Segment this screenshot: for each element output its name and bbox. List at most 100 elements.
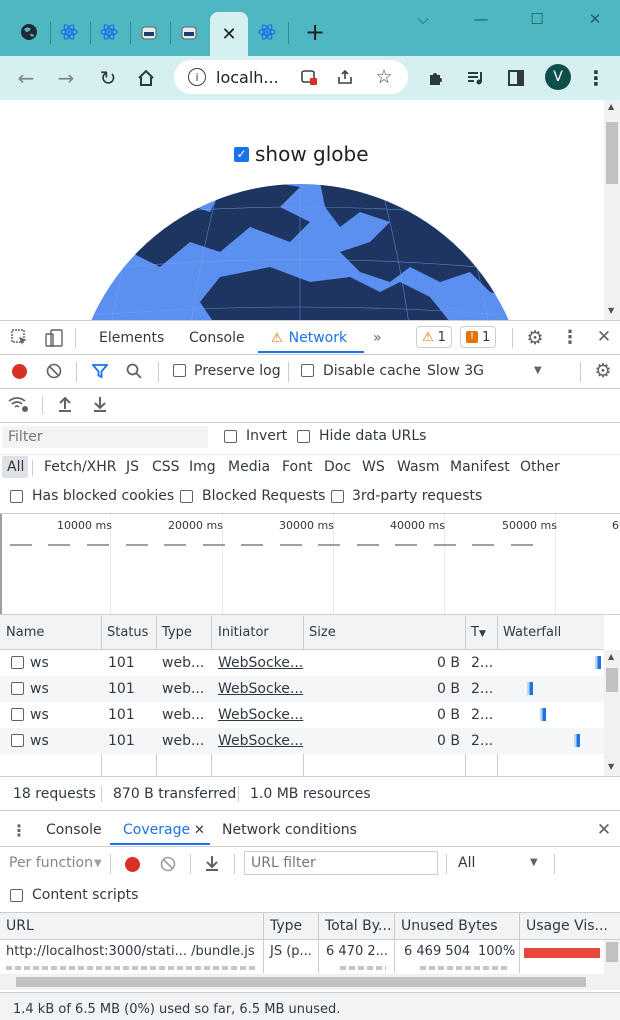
extensions-button[interactable] xyxy=(424,66,448,90)
type-filter-js[interactable]: JS xyxy=(126,459,139,475)
type-filter-img[interactable]: Img xyxy=(189,459,216,475)
device-toolbar-button[interactable] xyxy=(44,328,64,348)
hide-data-urls-label[interactable]: Hide data URLs xyxy=(319,428,426,444)
network-overview-timeline[interactable]: 10000 ms 20000 ms 30000 ms 40000 ms 5000… xyxy=(0,514,620,614)
show-globe-toggle[interactable]: ✓ show globe xyxy=(234,142,369,166)
close-devtools-button[interactable]: ✕ xyxy=(594,326,614,348)
browser-menu-button[interactable]: ⋮ xyxy=(584,66,608,90)
drawer-tab-coverage[interactable]: Coverage xyxy=(123,822,190,838)
coverage-vertical-scrollbar[interactable] xyxy=(604,940,620,990)
coverage-type-select[interactable]: Per function xyxy=(9,855,93,871)
url-text[interactable]: localh... xyxy=(216,68,279,87)
network-conditions-button[interactable] xyxy=(8,394,30,414)
dropdown-triangle-icon[interactable]: ▼ xyxy=(94,858,102,869)
more-tabs-button[interactable]: » xyxy=(373,330,382,346)
minimize-button[interactable]: — xyxy=(468,10,494,30)
type-filter-doc[interactable]: Doc xyxy=(324,459,351,475)
import-har-button[interactable] xyxy=(56,395,74,413)
blocked-popup-icon[interactable] xyxy=(300,68,318,86)
has-blocked-cookies-label[interactable]: Has blocked cookies xyxy=(32,488,174,504)
drawer-menu-button[interactable]: ⋮ xyxy=(11,821,27,840)
tab-robot-1[interactable] xyxy=(130,14,168,50)
third-party-requests-label[interactable]: 3rd-party requests xyxy=(352,488,482,504)
coverage-record-button[interactable] xyxy=(123,855,141,873)
blocked-requests-label[interactable]: Blocked Requests xyxy=(202,488,325,504)
request-initiator[interactable]: WebSocke... xyxy=(218,707,303,723)
address-bar[interactable]: i localh... ☆ xyxy=(174,60,408,94)
invert-checkbox[interactable] xyxy=(224,430,237,443)
type-filter-manifest[interactable]: Manifest xyxy=(450,459,510,475)
page-scrollbar[interactable]: ▲ ▼ xyxy=(604,100,620,320)
devtools-settings-button[interactable]: ⚙ xyxy=(524,327,546,349)
side-panel-button[interactable] xyxy=(504,66,528,90)
scroll-down-arrow-icon[interactable]: ▼ xyxy=(608,762,614,771)
media-control-button[interactable] xyxy=(464,66,488,90)
drawer-tab-network-conditions[interactable]: Network conditions xyxy=(222,822,357,838)
preserve-log-checkbox[interactable] xyxy=(173,364,186,377)
inspect-element-button[interactable] xyxy=(10,328,30,348)
column-header-time[interactable]: T▼ xyxy=(471,625,486,640)
export-har-button[interactable] xyxy=(91,395,109,413)
coverage-clear-button[interactable] xyxy=(158,854,178,874)
tab-robot-2[interactable] xyxy=(170,14,208,50)
close-tab-icon[interactable]: ✕ xyxy=(221,24,236,45)
tab-console[interactable]: Console xyxy=(189,330,245,346)
type-filter-wasm[interactable]: Wasm xyxy=(397,459,439,475)
tab-react-3[interactable] xyxy=(248,14,286,50)
content-scripts-checkbox[interactable] xyxy=(10,889,23,902)
content-scripts-label[interactable]: Content scripts xyxy=(32,887,138,903)
disable-cache-checkbox[interactable] xyxy=(301,364,314,377)
close-drawer-button[interactable]: ✕ xyxy=(594,820,614,840)
dropdown-triangle-icon[interactable]: ▼ xyxy=(530,857,538,868)
coverage-horizontal-scrollbar-thumb[interactable] xyxy=(16,977,586,987)
filter-toggle-button[interactable] xyxy=(90,361,110,381)
column-header-initiator[interactable]: Initiator xyxy=(218,625,269,640)
throttling-select[interactable]: Slow 3G xyxy=(427,363,484,379)
blocked-requests-checkbox[interactable] xyxy=(180,490,193,503)
table-row[interactable]: ws 101 web... WebSocke... 0 B 2... xyxy=(0,650,604,676)
coverage-header-unused-bytes[interactable]: Unused Bytes xyxy=(401,918,498,934)
table-row[interactable]: ws 101 web... WebSocke... 0 B 2... xyxy=(0,676,604,702)
request-initiator[interactable]: WebSocke... xyxy=(218,733,303,749)
scroll-down-arrow-icon[interactable]: ▼ xyxy=(608,306,614,315)
scroll-up-arrow-icon[interactable]: ▲ xyxy=(608,652,614,661)
show-globe-checkbox[interactable]: ✓ xyxy=(234,146,249,162)
bookmark-star-icon[interactable]: ☆ xyxy=(374,66,394,88)
column-header-name[interactable]: Name xyxy=(6,625,44,640)
clear-button[interactable] xyxy=(44,361,64,381)
coverage-content-type-select[interactable]: All xyxy=(458,855,475,871)
tab-elements[interactable]: Elements xyxy=(99,330,164,346)
close-coverage-tab-icon[interactable]: ✕ xyxy=(194,823,205,838)
coverage-export-button[interactable] xyxy=(203,854,221,872)
search-button[interactable] xyxy=(124,361,144,381)
type-filter-fetch-xhr[interactable]: Fetch/XHR xyxy=(44,459,117,475)
request-initiator[interactable]: WebSocke... xyxy=(218,681,303,697)
close-window-button[interactable]: ✕ xyxy=(582,10,608,30)
network-settings-button[interactable]: ⚙ xyxy=(592,360,614,382)
page-scrollbar-thumb[interactable] xyxy=(606,122,618,184)
info-icon[interactable]: i xyxy=(188,68,206,86)
drawer-tab-console[interactable]: Console xyxy=(46,822,102,838)
table-row[interactable]: ws 101 web... WebSocke... 0 B 2... xyxy=(0,702,604,728)
request-table-scrollbar[interactable]: ▲ ▼ xyxy=(604,650,620,776)
request-table-scrollbar-thumb[interactable] xyxy=(606,668,618,692)
coverage-header-usage-visualization[interactable]: Usage Vis... xyxy=(526,918,608,934)
scroll-up-arrow-icon[interactable]: ▲ xyxy=(608,102,614,111)
new-tab-button[interactable]: + xyxy=(296,14,334,50)
devtools-menu-button[interactable]: ⋮ xyxy=(560,326,580,348)
tab-search-button[interactable]: ⌵ xyxy=(410,10,436,30)
type-filter-media[interactable]: Media xyxy=(228,459,270,475)
column-header-status[interactable]: Status xyxy=(107,625,148,640)
coverage-vertical-scrollbar-thumb[interactable] xyxy=(606,942,618,962)
profile-avatar[interactable]: V xyxy=(545,64,571,90)
type-filter-all[interactable]: All xyxy=(7,459,24,475)
column-header-type[interactable]: Type xyxy=(162,625,192,640)
coverage-header-total-bytes[interactable]: Total By... xyxy=(325,918,391,934)
type-filter-ws[interactable]: WS xyxy=(362,459,385,475)
table-row[interactable]: ws 101 web... WebSocke... 0 B 2... xyxy=(0,728,604,754)
type-filter-other[interactable]: Other xyxy=(520,459,560,475)
third-party-requests-checkbox[interactable] xyxy=(331,490,344,503)
column-header-size[interactable]: Size xyxy=(309,625,336,640)
coverage-horizontal-scrollbar[interactable] xyxy=(0,974,604,990)
forward-button[interactable]: → xyxy=(54,66,78,90)
